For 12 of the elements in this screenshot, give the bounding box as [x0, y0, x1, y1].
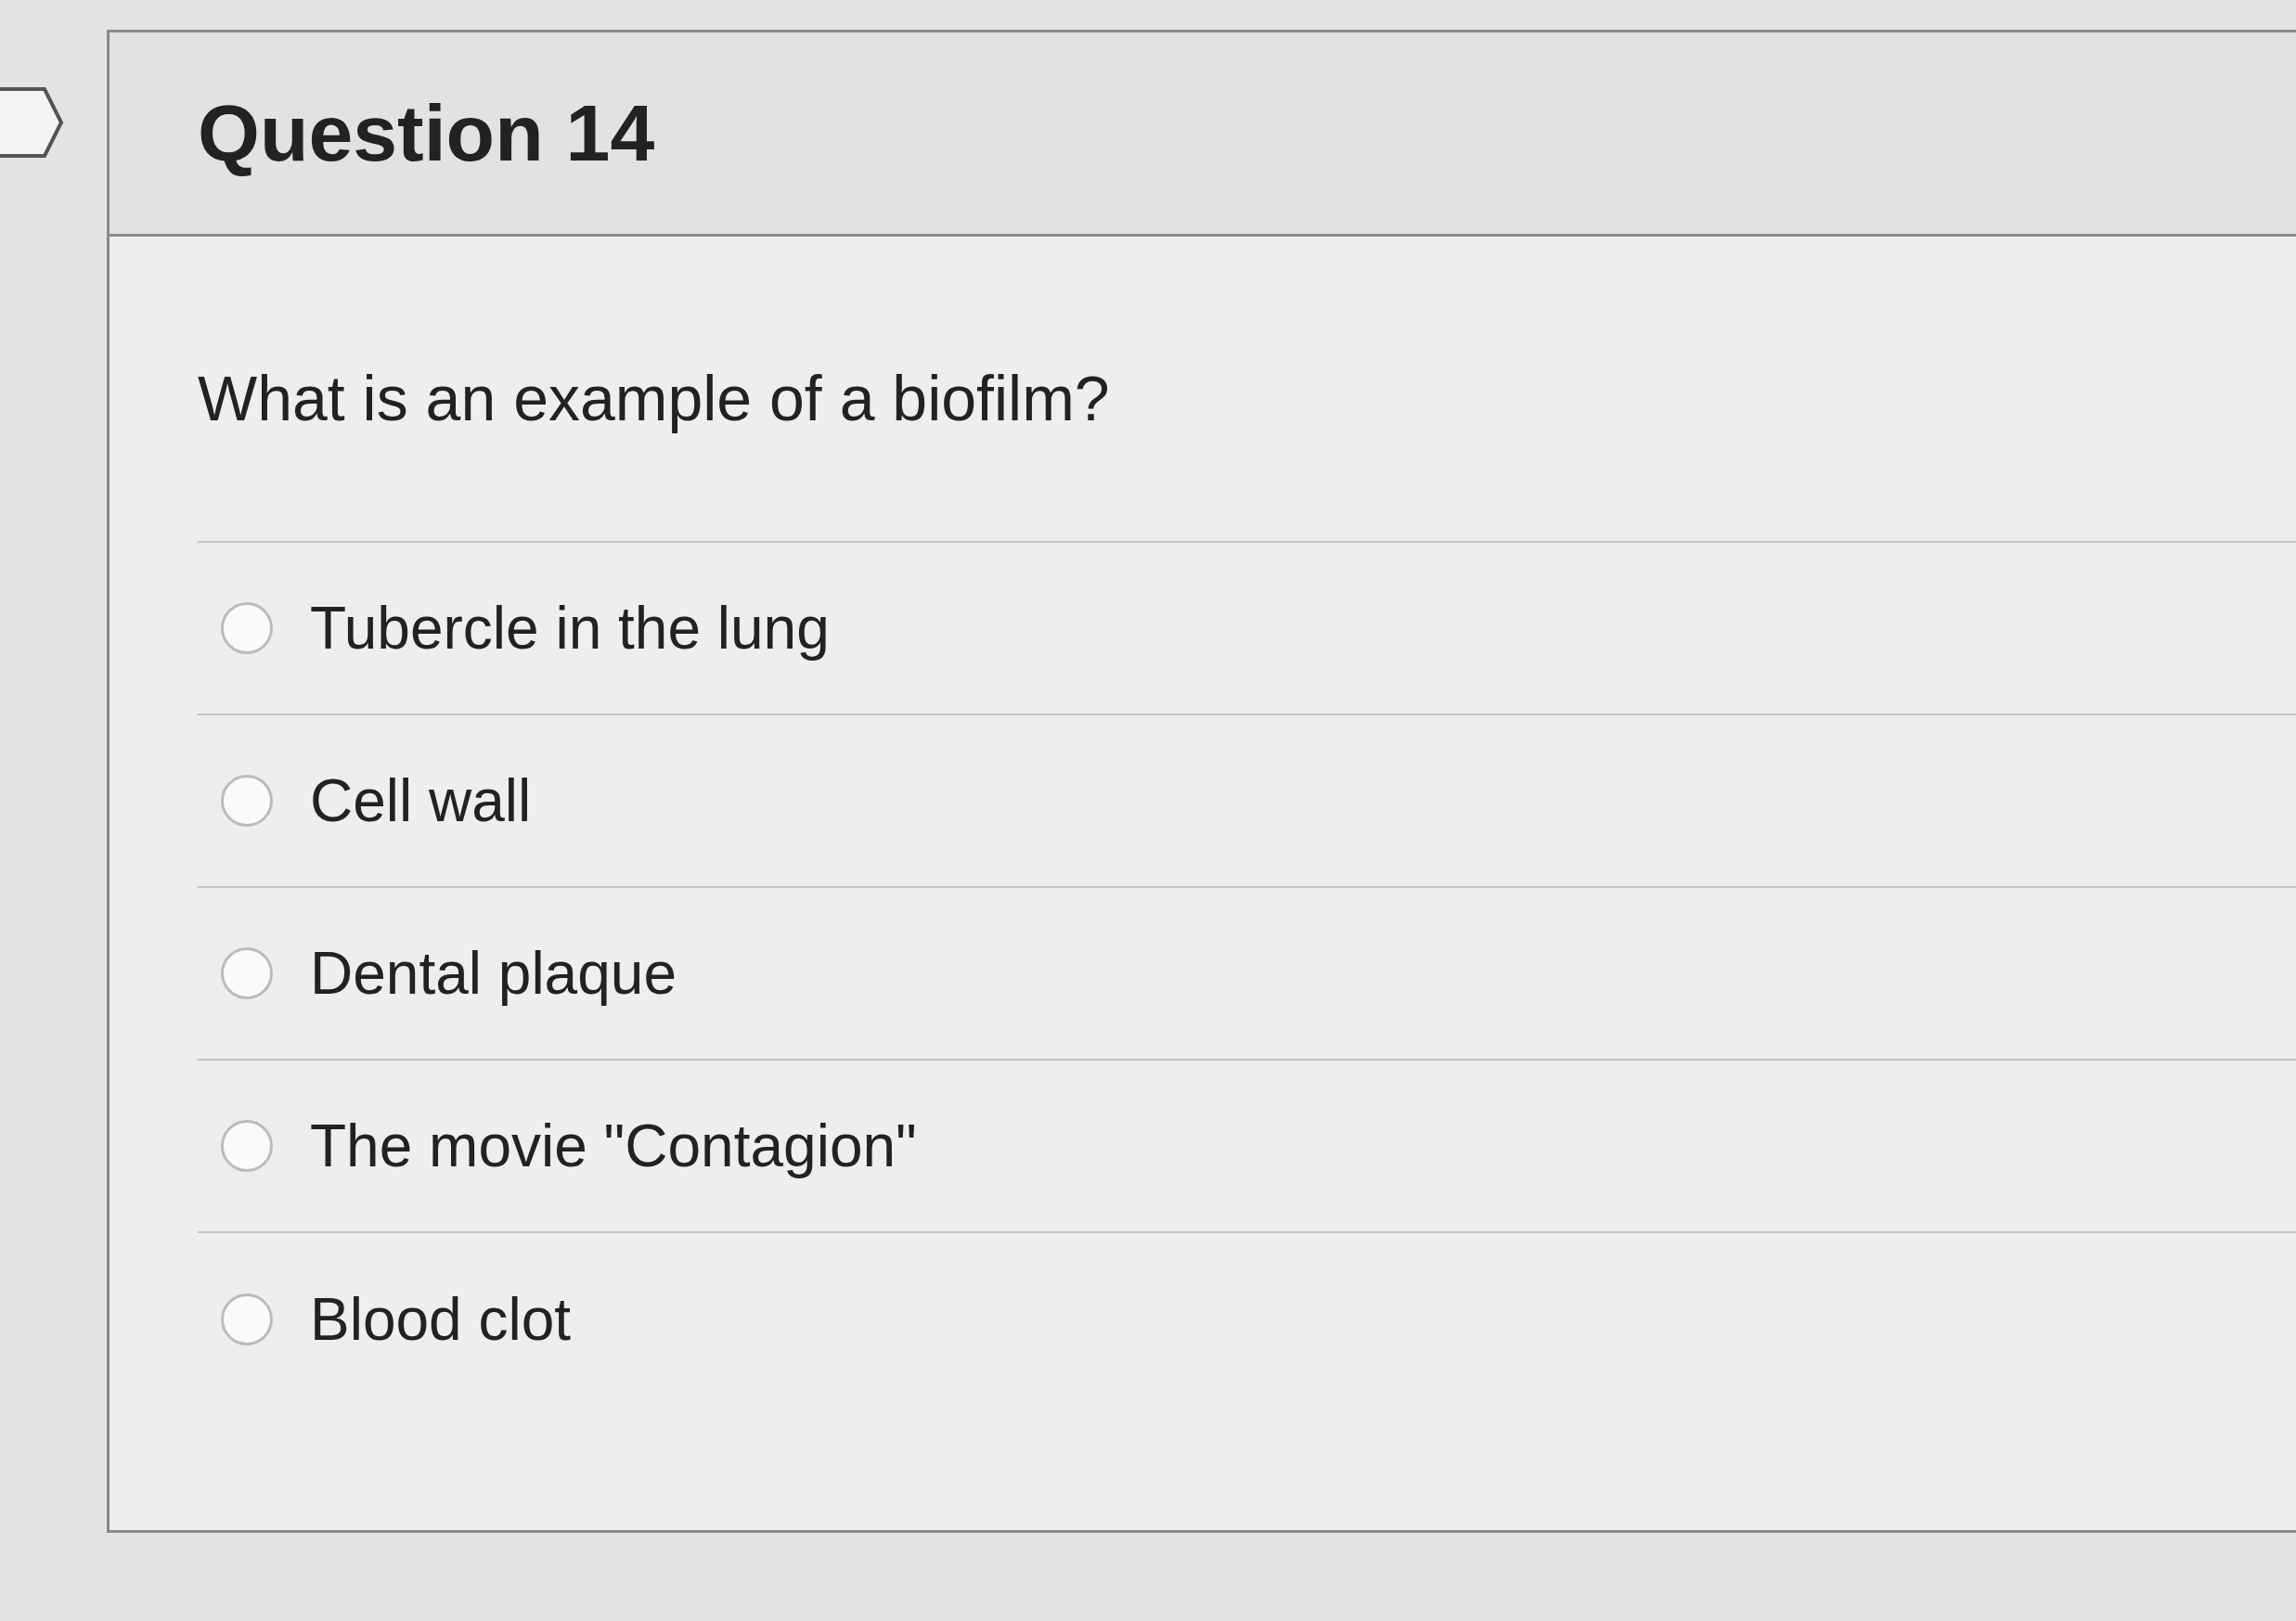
option-label[interactable]: Tubercle in the lung — [310, 584, 830, 673]
radio-button[interactable] — [221, 1293, 273, 1345]
option-label[interactable]: Blood clot — [310, 1275, 572, 1364]
radio-button[interactable] — [221, 775, 273, 827]
question-title: Question 14 — [198, 87, 655, 179]
option-label[interactable]: Cell wall — [310, 756, 532, 845]
flag-icon[interactable] — [0, 85, 65, 160]
option-label[interactable]: The movie "Contagion" — [310, 1101, 917, 1190]
radio-button[interactable] — [221, 947, 273, 999]
option-label[interactable]: Dental plaque — [310, 929, 677, 1018]
radio-button[interactable] — [221, 1120, 273, 1172]
radio-button[interactable] — [221, 602, 273, 654]
